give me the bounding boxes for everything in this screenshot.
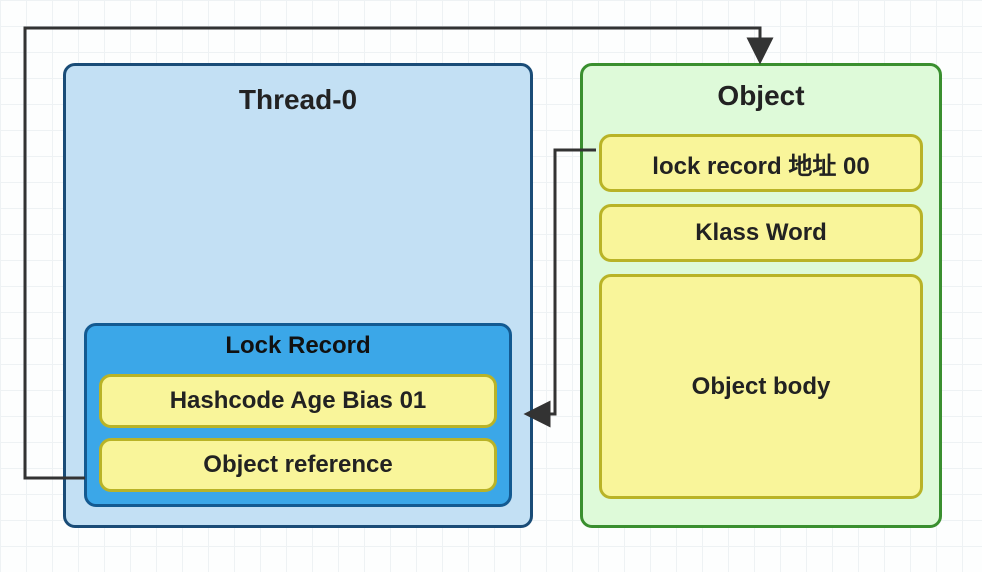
object-row-lock-address: lock record 地址 00 — [599, 134, 923, 192]
object-title: Object — [583, 80, 939, 112]
thread-title: Thread-0 — [66, 84, 530, 116]
object-box: Object lock record 地址 00 Klass Word Obje… — [580, 63, 942, 528]
lock-record-title: Lock Record — [87, 332, 509, 360]
lock-record-row-hashcode: Hashcode Age Bias 01 — [99, 374, 497, 428]
object-row-body: Object body — [599, 274, 923, 499]
object-row-klass-word: Klass Word — [599, 204, 923, 262]
thread-box: Thread-0 Lock Record Hashcode Age Bias 0… — [63, 63, 533, 528]
lock-record-box: Lock Record Hashcode Age Bias 01 Object … — [84, 323, 512, 507]
lock-record-row-object-ref: Object reference — [99, 438, 497, 492]
